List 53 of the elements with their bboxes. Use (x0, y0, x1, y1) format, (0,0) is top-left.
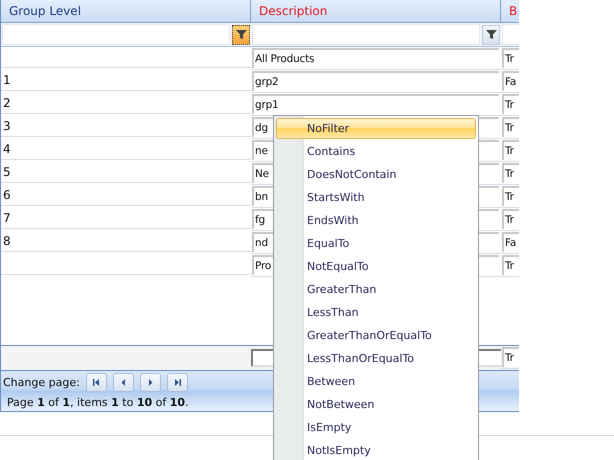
column-header[interactable]: Description (251, 0, 501, 23)
table-cell: 3 (3, 119, 11, 133)
menu-item[interactable]: EndsWith (276, 210, 476, 231)
table-cell: Tr (502, 186, 519, 206)
table-cell: Tr (502, 140, 519, 160)
table-cell: Tr (502, 255, 519, 275)
table-cell: 6 (3, 188, 11, 202)
menu-item[interactable]: StartsWith (276, 187, 476, 208)
filter-button[interactable] (232, 24, 250, 44)
pager-label: Change page: (3, 376, 80, 389)
menu-item[interactable]: LessThan (276, 302, 476, 323)
table-cell: Tr (502, 117, 519, 137)
filter-field[interactable] (2, 24, 230, 45)
table-cell: 5 (3, 165, 11, 179)
menu-item[interactable]: NotEqualTo (276, 256, 476, 277)
table-cell: Tr (502, 209, 519, 229)
first-page-icon (92, 378, 101, 387)
menu-item[interactable]: IsEmpty (276, 417, 476, 438)
table-cell: 8 (3, 234, 11, 248)
menu-item[interactable]: GreaterThan (276, 279, 476, 300)
table-cell: 7 (3, 211, 11, 225)
menu-item[interactable]: LessThanOrEqualTo (276, 348, 476, 369)
table-cell: Tr (502, 48, 519, 68)
table-cell: All Products (252, 48, 499, 68)
page-summary: Page 1 of 1, items 1 to 10 of 10. (7, 396, 189, 409)
footer-cell: Tr (502, 347, 519, 367)
menu-item[interactable]: Between (276, 371, 476, 392)
last-page-icon (172, 378, 182, 387)
menu-item[interactable]: NotBetween (276, 394, 476, 415)
menu-item[interactable]: NotIsEmpty (276, 440, 476, 460)
menu-item[interactable]: DoesNotContain (276, 164, 476, 185)
table-cell: Tr (502, 163, 519, 183)
next-page-button[interactable] (140, 373, 161, 392)
menu-item[interactable]: GreaterThanOrEqualTo (276, 325, 476, 346)
table-cell: Fa (502, 71, 519, 91)
table-cell: 4 (3, 142, 11, 156)
column-header[interactable]: Group Level (1, 0, 251, 23)
table-cell: 1 (3, 73, 11, 87)
table-cell: 2 (3, 96, 11, 110)
column-header[interactable]: B (501, 0, 519, 23)
table-cell: grp2 (252, 71, 499, 91)
table-cell: grp1 (252, 94, 499, 114)
menu-item[interactable]: Contains (276, 141, 476, 162)
filter-icon (236, 29, 246, 40)
last-page-button[interactable] (166, 373, 188, 392)
table-cell: Fa (502, 232, 519, 252)
filter-icon (486, 29, 496, 40)
filter-field[interactable] (252, 24, 480, 45)
first-page-button[interactable] (86, 373, 107, 392)
previous-page-button[interactable] (112, 373, 134, 392)
menu-item[interactable]: EqualTo (276, 233, 476, 254)
menu-item[interactable]: NoFilter (276, 118, 476, 139)
table-cell: Tr (502, 94, 519, 114)
